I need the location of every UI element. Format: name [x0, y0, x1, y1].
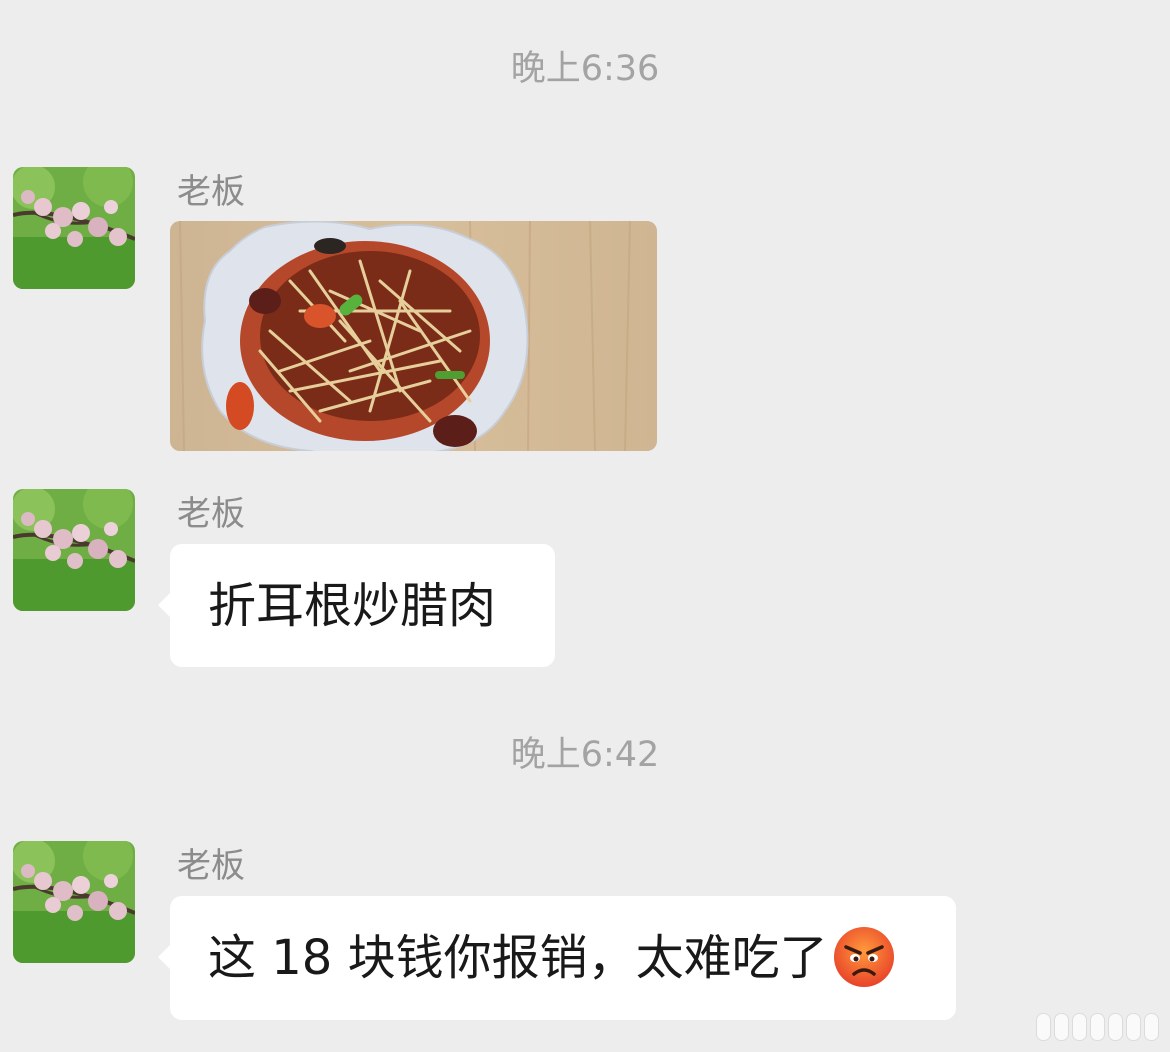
- avatar[interactable]: [13, 167, 135, 289]
- angry-face-emoji: [833, 927, 894, 987]
- sender-name: 老板: [177, 494, 245, 534]
- dish-photo: [170, 221, 657, 451]
- timestamp: 晚上6:42: [510, 735, 660, 775]
- avatar[interactable]: [13, 841, 135, 963]
- avatar-image: [13, 167, 135, 289]
- avatar-image: [13, 489, 135, 611]
- timestamp: 晚上6:36: [510, 49, 660, 89]
- message-bubble[interactable]: 折耳根炒腊肉: [158, 544, 555, 667]
- message-text: 这 18 块钱你报销，太难吃了: [208, 930, 828, 986]
- message-text: 折耳根炒腊肉: [208, 578, 497, 634]
- avatar-image: [13, 841, 135, 963]
- message-image[interactable]: [170, 221, 657, 451]
- sender-name: 老板: [177, 846, 245, 886]
- avatar[interactable]: [13, 489, 135, 611]
- sender-name: 老板: [177, 172, 245, 212]
- scroll-indicator: [1037, 1014, 1158, 1040]
- message-bubble[interactable]: 这 18 块钱你报销，太难吃了: [158, 896, 956, 1020]
